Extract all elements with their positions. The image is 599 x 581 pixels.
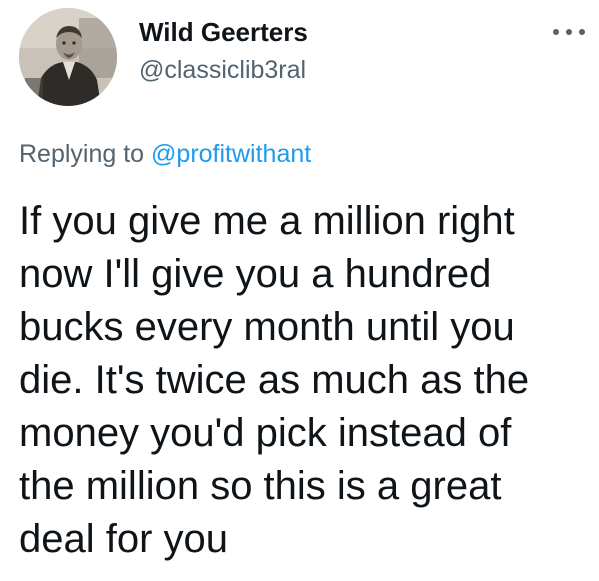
dot-icon bbox=[553, 29, 559, 35]
author-display-name[interactable]: Wild Geerters bbox=[139, 17, 308, 48]
tweet-text-line: deal for you bbox=[19, 517, 229, 561]
replying-to-label: Replying to bbox=[19, 140, 145, 168]
reply-mention-link[interactable]: @profitwithant bbox=[151, 140, 311, 168]
replying-to-line: Replying to @profitwithant bbox=[19, 140, 311, 169]
vintage-portrait-icon bbox=[19, 8, 117, 106]
dot-icon bbox=[579, 29, 585, 35]
dot-icon bbox=[566, 29, 572, 35]
tweet-text-line: bucks every month until you bbox=[19, 305, 515, 349]
tweet-text: If you give me a million right now I'll … bbox=[19, 195, 584, 566]
tweet-text-line: now I'll give you a hundred bbox=[19, 252, 492, 296]
tweet-text-line: die. It's twice as much as the bbox=[19, 358, 530, 402]
tweet-card: Wild Geerters @classiclib3ral Replying t… bbox=[0, 0, 599, 581]
tweet-text-line: the million so this is a great bbox=[19, 464, 502, 508]
author-handle[interactable]: @classiclib3ral bbox=[139, 56, 306, 85]
tweet-text-line: money you'd pick instead of bbox=[19, 411, 512, 455]
tweet-text-line: If you give me a million right bbox=[19, 199, 515, 243]
avatar[interactable] bbox=[19, 8, 117, 106]
more-options-icon[interactable] bbox=[553, 26, 585, 38]
